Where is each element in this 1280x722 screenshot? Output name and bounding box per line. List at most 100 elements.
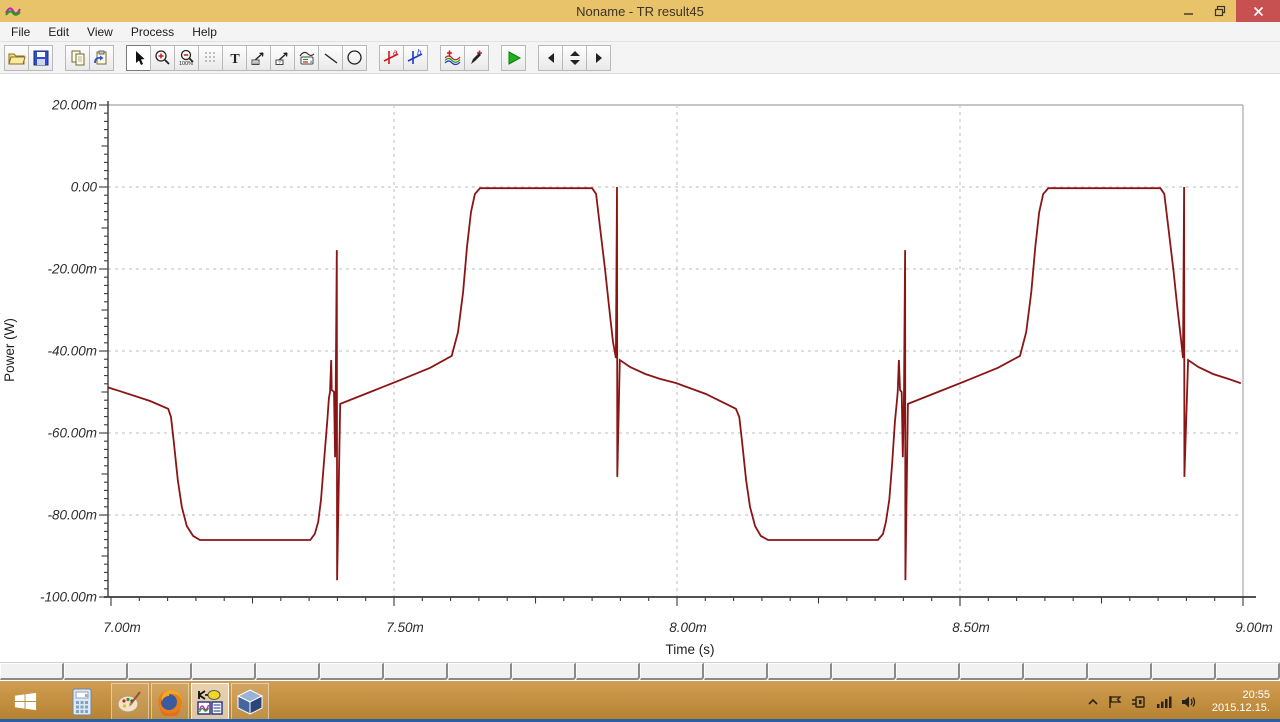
firefox-icon bbox=[158, 689, 182, 716]
page-tab[interactable] bbox=[640, 663, 704, 680]
page-tab[interactable] bbox=[960, 663, 1024, 680]
taskbar: 8 20:55 2015.12.15. bbox=[0, 681, 1280, 722]
taskbar-button-tina-diagram[interactable] bbox=[191, 682, 229, 721]
arrow-annotation-icon: ? bbox=[275, 51, 288, 65]
floppy-icon bbox=[33, 50, 48, 65]
svg-text:a: a bbox=[393, 49, 398, 57]
cursor-b-icon: b bbox=[407, 49, 423, 64]
y-axis-title: Power (W) bbox=[2, 318, 17, 382]
svg-text:8.00m: 8.00m bbox=[669, 620, 707, 635]
run-icon bbox=[508, 50, 521, 65]
system-tray: 20:55 2015.12.15. bbox=[1087, 689, 1280, 715]
grid-button[interactable] bbox=[198, 44, 223, 71]
cursor-a-icon: a bbox=[383, 49, 399, 64]
page-tab[interactable] bbox=[704, 663, 768, 680]
page-tab[interactable] bbox=[448, 663, 512, 680]
tray-date: 2015.12.15. bbox=[1211, 701, 1270, 714]
svg-text:7.50m: 7.50m bbox=[386, 620, 424, 635]
zoom-100-button[interactable]: 100% bbox=[174, 44, 199, 71]
svg-text:20.00m: 20.00m bbox=[51, 98, 97, 113]
svg-text:8.50m: 8.50m bbox=[952, 620, 990, 635]
tray-time: 20:55 bbox=[1242, 688, 1270, 701]
title-bar[interactable]: Noname - TR result45 bbox=[0, 0, 1280, 22]
page-left-button[interactable] bbox=[538, 44, 563, 71]
tick-labels: 20.00m 0.00 -20.00m -40.00m -60.00m -80.00m -1… bbox=[40, 98, 1273, 636]
page-tab[interactable] bbox=[320, 663, 384, 680]
volume-icon[interactable] bbox=[1181, 695, 1197, 709]
line-icon bbox=[324, 52, 337, 64]
arrow-annotation-1-button[interactable] bbox=[246, 44, 271, 71]
page-tab[interactable] bbox=[128, 663, 192, 680]
page-tab[interactable] bbox=[576, 663, 640, 680]
page-spinner[interactable] bbox=[562, 44, 587, 71]
page-tab[interactable] bbox=[768, 663, 832, 680]
page-tab[interactable] bbox=[64, 663, 128, 680]
arrow-left-icon bbox=[547, 52, 554, 63]
page-tabs-row bbox=[0, 662, 1280, 681]
page-tab[interactable] bbox=[832, 663, 896, 680]
ellipse-icon bbox=[347, 50, 362, 65]
power-plug-icon[interactable] bbox=[1131, 695, 1147, 709]
page-tab[interactable] bbox=[192, 663, 256, 680]
taskbar-button-paint[interactable] bbox=[111, 682, 149, 721]
page-tab[interactable] bbox=[1088, 663, 1152, 680]
page-tab[interactable] bbox=[0, 663, 64, 680]
page-tab[interactable] bbox=[1152, 663, 1216, 680]
menu-view[interactable]: View bbox=[78, 22, 122, 41]
action-center-flag-icon[interactable] bbox=[1108, 695, 1122, 709]
add-probe-button[interactable] bbox=[464, 44, 489, 71]
restore-button[interactable] bbox=[1204, 0, 1236, 22]
calculator-icon: 8 bbox=[72, 688, 92, 715]
clock[interactable]: 20:55 2015.12.15. bbox=[1206, 689, 1270, 715]
page-tab[interactable] bbox=[1216, 663, 1280, 680]
page-tab[interactable] bbox=[896, 663, 960, 680]
arrow-right-icon bbox=[595, 52, 602, 63]
line-tool-button[interactable] bbox=[318, 44, 343, 71]
page-tab[interactable] bbox=[384, 663, 448, 680]
cursor-a-button[interactable]: a bbox=[379, 44, 404, 71]
virtualbox-icon bbox=[236, 688, 264, 715]
add-curve-icon bbox=[444, 50, 461, 66]
hidden-icons-chevron[interactable] bbox=[1087, 697, 1099, 707]
svg-text:b: b bbox=[417, 49, 422, 57]
page-right-button[interactable] bbox=[586, 44, 611, 71]
x-axis-title: Time (s) bbox=[666, 642, 715, 657]
arrow-annotation-2-button[interactable]: ? bbox=[270, 44, 295, 71]
page-tab[interactable] bbox=[1024, 663, 1088, 680]
copy-icon bbox=[71, 50, 84, 65]
ticks bbox=[99, 104, 1244, 606]
paste-button[interactable] bbox=[89, 44, 114, 71]
run-button[interactable] bbox=[501, 44, 526, 71]
start-button[interactable] bbox=[0, 681, 50, 722]
menu-edit[interactable]: Edit bbox=[39, 22, 78, 41]
save-button[interactable] bbox=[28, 44, 53, 71]
toolbar: 100% T ? x a b bbox=[0, 42, 1280, 74]
taskbar-button-calculator[interactable]: 8 bbox=[63, 683, 101, 721]
legend-box-button[interactable]: x bbox=[294, 44, 319, 71]
menu-file[interactable]: File bbox=[2, 22, 39, 41]
svg-text:0.00: 0.00 bbox=[71, 180, 98, 195]
windows-logo-icon bbox=[14, 692, 36, 711]
close-button[interactable] bbox=[1236, 0, 1280, 22]
taskbar-button-firefox[interactable] bbox=[151, 682, 189, 721]
taskbar-button-virtualbox[interactable] bbox=[231, 682, 269, 721]
network-signal-icon[interactable] bbox=[1156, 695, 1172, 708]
open-button[interactable] bbox=[4, 44, 29, 71]
copy-button[interactable] bbox=[65, 44, 90, 71]
cursor-b-button[interactable]: b bbox=[403, 44, 428, 71]
zoom-in-icon bbox=[155, 50, 170, 65]
text-tool-button[interactable]: T bbox=[222, 44, 247, 71]
menu-process[interactable]: Process bbox=[122, 22, 183, 41]
zoom-in-button[interactable] bbox=[150, 44, 175, 71]
minimize-button[interactable] bbox=[1172, 0, 1204, 22]
add-curve-button[interactable] bbox=[440, 44, 465, 71]
menu-bar: File Edit View Process Help bbox=[0, 22, 1280, 42]
ellipse-tool-button[interactable] bbox=[342, 44, 367, 71]
chart-svg: 20.00m 0.00 -20.00m -40.00m -60.00m -80.00m -1… bbox=[2, 98, 1273, 658]
power-curve bbox=[107, 186, 1242, 581]
menu-help[interactable]: Help bbox=[183, 22, 226, 41]
select-pointer-button[interactable] bbox=[126, 44, 151, 71]
page-tab[interactable] bbox=[256, 663, 320, 680]
page-tab[interactable] bbox=[512, 663, 576, 680]
svg-text:-60.00m: -60.00m bbox=[47, 426, 97, 441]
